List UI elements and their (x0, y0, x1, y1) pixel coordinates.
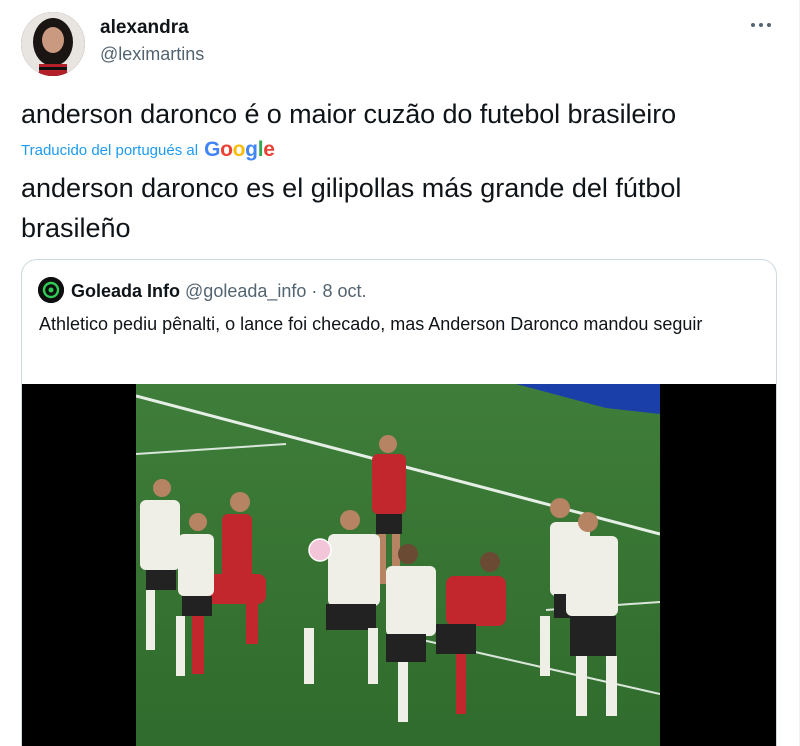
tweet-page: alexandra @leximartins anderson daronco … (0, 0, 800, 746)
quoted-author-name[interactable]: Goleada Info (71, 281, 180, 301)
translation-attribution[interactable]: Traducido del portugués al Google (21, 138, 275, 162)
avatar-image (21, 12, 85, 76)
quoted-author-handle[interactable]: @goleada_info (185, 281, 306, 301)
ball (308, 538, 332, 562)
translated-text: anderson daronco es el gilipollas más gr… (21, 173, 682, 243)
quoted-date[interactable]: 8 oct. (322, 281, 366, 301)
avatar[interactable] (21, 12, 85, 76)
video-frame[interactable] (22, 384, 776, 746)
football-scene-image (136, 384, 660, 746)
quoted-tweet-card[interactable]: Goleada Info @goleada_info · 8 oct. Athl… (21, 259, 777, 746)
separator-dot: · (311, 281, 318, 301)
quoted-avatar[interactable] (38, 277, 64, 303)
translation-label[interactable]: Traducido del portugués al (21, 142, 198, 159)
goleada-logo-icon (38, 277, 64, 303)
google-logo: Google (204, 138, 275, 161)
quoted-header: Goleada Info @goleada_info · 8 oct. (71, 279, 366, 303)
more-icon[interactable] (748, 12, 774, 38)
quoted-text: Athletico pediu pênalti, o lance foi che… (39, 314, 703, 334)
author-name[interactable]: alexandra (100, 17, 189, 39)
author-handle[interactable]: @leximartins (100, 44, 204, 65)
tweet-text: anderson daronco é o maior cuzão do fute… (21, 99, 677, 129)
